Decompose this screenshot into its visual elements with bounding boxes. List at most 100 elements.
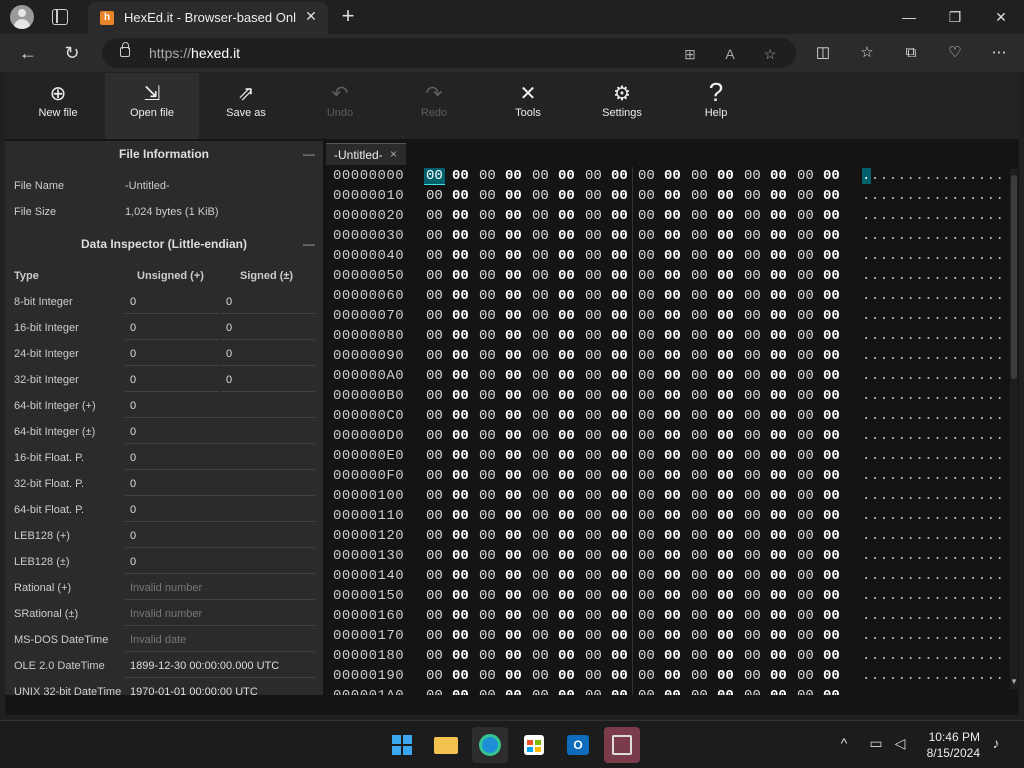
hex-byte[interactable]: 00 (691, 288, 708, 304)
hex-byte[interactable]: 00 (611, 288, 628, 304)
hex-byte[interactable]: 00 (585, 508, 602, 524)
hex-byte[interactable]: 00 (505, 368, 522, 384)
hex-byte[interactable]: 00 (532, 228, 549, 244)
hex-byte[interactable]: 00 (452, 488, 469, 504)
hex-byte[interactable]: 00 (664, 388, 681, 404)
hex-byte[interactable]: 00 (585, 528, 602, 544)
hex-byte[interactable]: 00 (664, 228, 681, 244)
hex-byte[interactable]: 00 (505, 688, 522, 695)
hex-byte[interactable]: 00 (770, 268, 787, 284)
hex-byte[interactable]: 00 (585, 408, 602, 424)
inspector-value-field[interactable]: 0 (125, 554, 315, 574)
hex-byte[interactable]: 00 (532, 608, 549, 624)
collapse-icon[interactable]: — (303, 231, 315, 257)
inspector-value-field[interactable]: 0 (125, 528, 315, 548)
hex-byte[interactable]: 00 (585, 208, 602, 224)
hex-byte[interactable]: 00 (452, 528, 469, 544)
hex-byte[interactable]: 00 (505, 608, 522, 624)
hex-byte[interactable]: 00 (797, 168, 814, 184)
hex-byte[interactable]: 00 (479, 668, 496, 684)
hex-byte[interactable]: 00 (797, 528, 814, 544)
hex-byte[interactable]: 00 (823, 628, 840, 644)
inspector-value-field[interactable]: 0 (125, 476, 315, 496)
hex-byte[interactable]: 00 (797, 508, 814, 524)
hex-byte[interactable]: 00 (505, 648, 522, 664)
hex-byte[interactable]: 00 (426, 488, 443, 504)
hex-byte[interactable]: 00 (638, 328, 655, 344)
inspector-value-field[interactable]: Invalid date (125, 632, 315, 652)
hex-byte[interactable]: 00 (532, 168, 549, 184)
hex-byte[interactable]: 00 (611, 168, 628, 184)
hex-byte[interactable]: 00 (479, 188, 496, 204)
ascii-column[interactable]: ................ (862, 508, 1002, 524)
hex-byte[interactable]: 00 (426, 668, 443, 684)
hex-byte[interactable]: 00 (611, 208, 628, 224)
hex-byte[interactable]: 00 (770, 288, 787, 304)
hex-byte[interactable]: 00 (717, 588, 734, 604)
hex-byte[interactable]: 00 (744, 508, 761, 524)
hex-byte[interactable]: 00 (532, 568, 549, 584)
hex-byte[interactable]: 00 (638, 208, 655, 224)
hex-byte[interactable]: 00 (611, 488, 628, 504)
hex-byte[interactable]: 00 (744, 488, 761, 504)
hex-byte[interactable]: 00 (558, 348, 575, 364)
hex-byte[interactable]: 00 (797, 428, 814, 444)
hex-byte[interactable]: 00 (426, 228, 443, 244)
hex-byte[interactable]: 00 (532, 668, 549, 684)
hex-byte[interactable]: 00 (797, 188, 814, 204)
hex-byte[interactable]: 00 (744, 628, 761, 644)
hex-byte[interactable]: 00 (664, 328, 681, 344)
hex-byte[interactable]: 00 (717, 448, 734, 464)
hex-byte[interactable]: 00 (452, 208, 469, 224)
hex-byte[interactable]: 00 (426, 468, 443, 484)
hex-byte[interactable]: 00 (638, 448, 655, 464)
hex-byte[interactable]: 00 (611, 608, 628, 624)
hex-byte[interactable]: 00 (479, 588, 496, 604)
ascii-column[interactable]: ................ (862, 688, 1002, 695)
hex-byte[interactable]: 00 (452, 548, 469, 564)
hex-byte[interactable]: 00 (505, 448, 522, 464)
hex-byte[interactable]: 00 (452, 648, 469, 664)
hex-byte[interactable]: 00 (426, 648, 443, 664)
hex-byte[interactable]: 00 (505, 468, 522, 484)
hex-byte[interactable]: 00 (585, 648, 602, 664)
hex-byte[interactable]: 00 (823, 388, 840, 404)
hex-byte[interactable]: 00 (558, 168, 575, 184)
hex-byte[interactable]: 00 (770, 448, 787, 464)
hex-byte[interactable]: 00 (426, 608, 443, 624)
hex-byte[interactable]: 00 (452, 188, 469, 204)
hex-byte[interactable]: 00 (505, 308, 522, 324)
hex-byte[interactable]: 00 (585, 608, 602, 624)
edge-taskbar-button[interactable] (472, 727, 508, 763)
hex-byte[interactable]: 00 (797, 408, 814, 424)
hex-byte[interactable]: 00 (638, 668, 655, 684)
signed-value-field[interactable]: 0 (221, 372, 315, 392)
hex-byte[interactable]: 00 (717, 248, 734, 264)
hex-byte[interactable]: 00 (585, 268, 602, 284)
hex-byte[interactable]: 00 (611, 388, 628, 404)
hex-byte[interactable]: 00 (823, 528, 840, 544)
inspector-value-field[interactable]: 1970-01-01 00:00:00 UTC (125, 684, 315, 695)
hex-byte[interactable]: 00 (770, 388, 787, 404)
hex-byte[interactable]: 00 (664, 548, 681, 564)
hex-byte[interactable]: 00 (585, 548, 602, 564)
hex-byte[interactable]: 00 (426, 328, 443, 344)
hex-byte[interactable]: 00 (823, 428, 840, 444)
hex-byte[interactable]: 00 (638, 628, 655, 644)
refresh-icon[interactable]: ↻ (60, 41, 84, 65)
hex-byte[interactable]: 00 (691, 488, 708, 504)
hex-byte[interactable]: 00 (638, 648, 655, 664)
hex-byte[interactable]: 00 (770, 528, 787, 544)
ascii-column[interactable]: ................ (862, 528, 1002, 544)
file-information-header[interactable]: File Information — (5, 141, 323, 167)
save-as-button[interactable]: ⇗ Save as (199, 73, 293, 139)
hex-byte[interactable]: 00 (664, 308, 681, 324)
ascii-column[interactable]: ................ (862, 268, 1002, 284)
hex-byte[interactable]: 00 (823, 588, 840, 604)
hex-byte[interactable]: 00 (426, 568, 443, 584)
hex-byte[interactable]: 00 (532, 468, 549, 484)
hex-byte[interactable]: 00 (611, 428, 628, 444)
hex-byte[interactable]: 00 (664, 268, 681, 284)
hex-byte[interactable]: 00 (770, 668, 787, 684)
hex-byte[interactable]: 00 (717, 488, 734, 504)
